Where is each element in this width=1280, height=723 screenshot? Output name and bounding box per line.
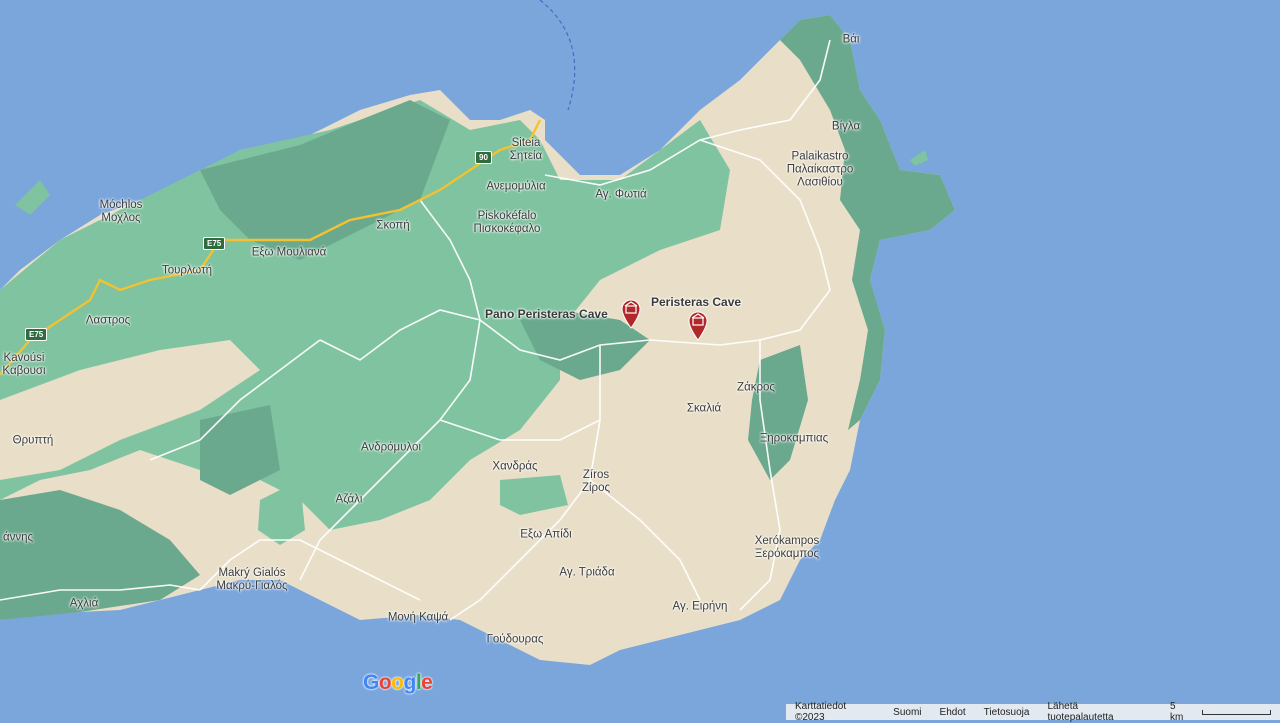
place-label: Μονή Καψά [387, 611, 449, 624]
place-label: Αχλιά [69, 597, 99, 610]
map-canvas[interactable] [0, 0, 1280, 720]
poi-label[interactable]: Peristeras Cave [651, 295, 741, 309]
place-label: Λαστρος [85, 314, 131, 327]
terms-link[interactable]: Ehdot [931, 707, 975, 718]
place-label: Γούδουρας [486, 633, 544, 646]
place-label: Βίγλα [831, 120, 861, 133]
place-label: Xerókampos Ξερόκαμπος [754, 535, 820, 560]
place-label: Χανδράς [492, 460, 538, 473]
place-label: Θρυπτή [12, 434, 54, 447]
place-label: Palaikastro Παλαίκαστρο Λασιθίου [786, 150, 854, 189]
place-label: Εξω Μουλιανά [251, 246, 327, 259]
place-label: Siteia Σητεία [509, 137, 543, 162]
place-label: Kavoúsi Καβουσι [2, 352, 46, 377]
place-label: Ξηροκαμπιας [759, 432, 829, 445]
place-label: Ανδρόμυλοι [361, 441, 421, 454]
place-label: Ζάκρος [737, 381, 775, 394]
map-footer: Karttatiedot ©2023 Suomi Ehdot Tietosuoj… [786, 701, 1280, 723]
place-label: Βάι [842, 33, 860, 46]
place-label: Ανεμομύλια [486, 180, 546, 193]
place-label: Αζάλι [335, 493, 363, 506]
route-e75-shield: E75 [203, 237, 226, 250]
privacy-link[interactable]: Tietosuoja [975, 707, 1039, 718]
place-label: Αγ. Τριάδα [559, 566, 615, 579]
museum-pin-icon[interactable] [620, 299, 642, 329]
museum-pin-icon[interactable] [687, 311, 709, 341]
poi-label[interactable]: Pano Peristeras Cave [485, 307, 608, 321]
place-label: Makrý Gialós Μακρύ-Γιαλός [216, 567, 288, 592]
place-label: Αγ. Ειρήνη [672, 600, 728, 613]
place-label: Αγ. Φωτιά [595, 188, 647, 201]
place-label: Τουρλωτή [161, 264, 213, 277]
place-label: Móchlos Μοχλος [99, 199, 143, 224]
place-label: Piskokéfalo Πισκοκέφαλο [473, 210, 541, 235]
country-link[interactable]: Suomi [884, 707, 930, 718]
place-label: Σκοπή [376, 219, 410, 232]
place-label: άννης [2, 531, 34, 544]
place-label: Σκαλιά [686, 402, 722, 415]
route-e75-shield: E75 [25, 328, 48, 341]
place-label: Εξω Απίδι [520, 528, 572, 541]
route-90-shield: 90 [475, 151, 492, 164]
scale-bar [1202, 709, 1271, 715]
google-logo: Google [363, 671, 433, 694]
place-label: Zíros Ζίρος [581, 469, 611, 494]
